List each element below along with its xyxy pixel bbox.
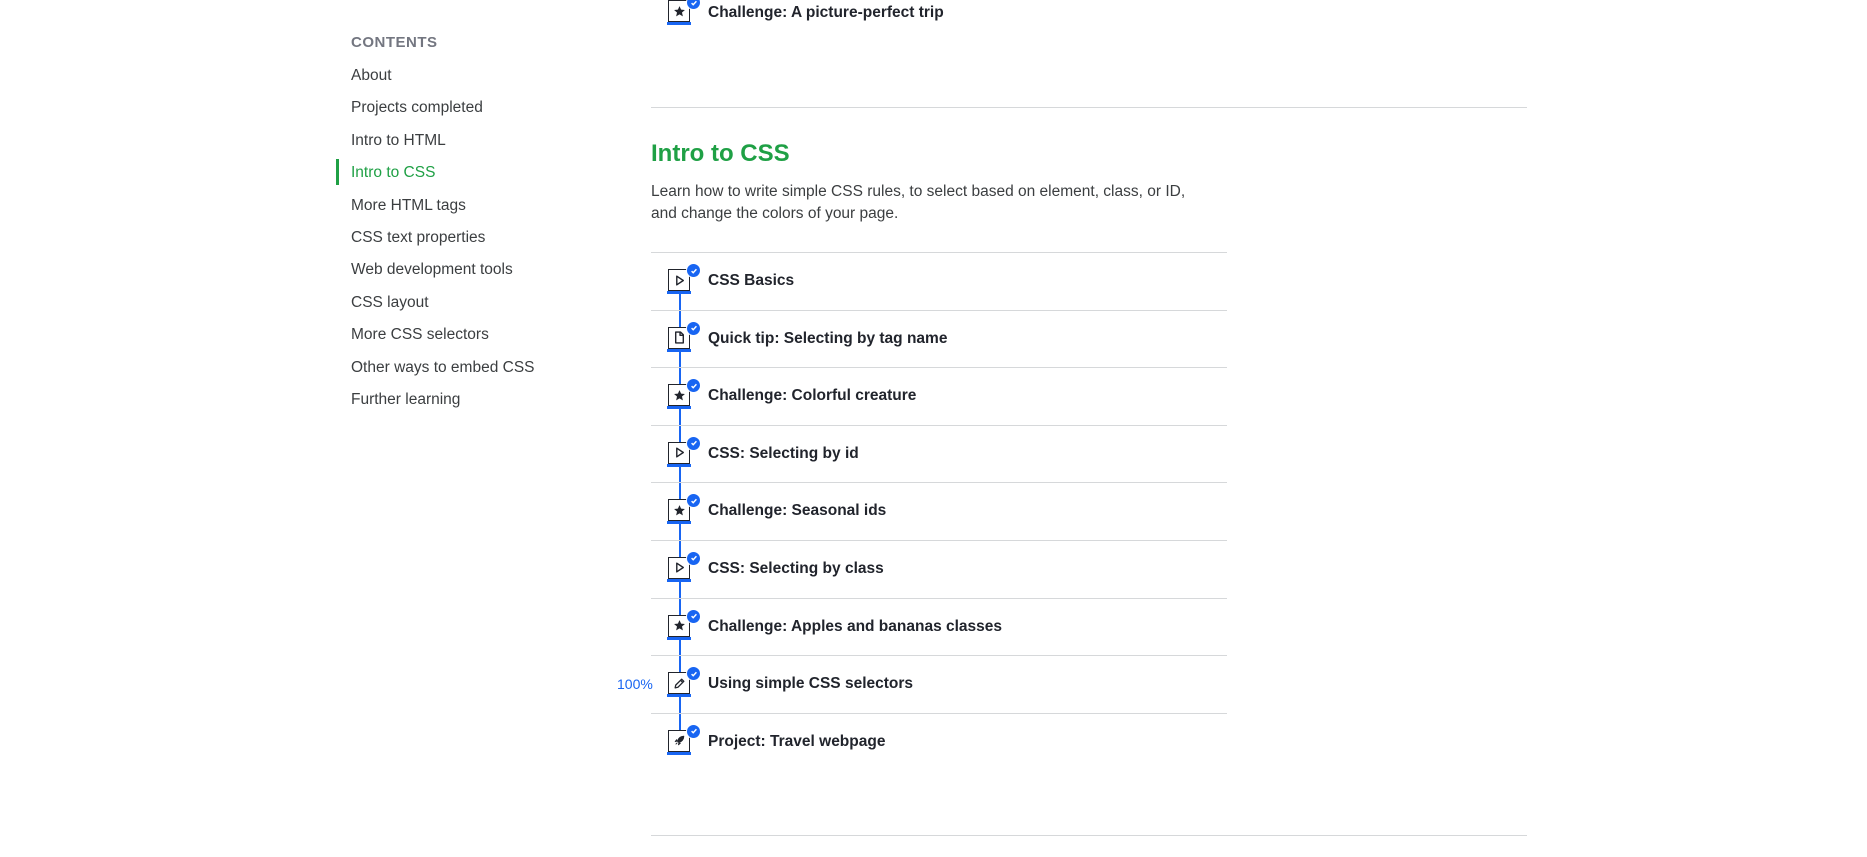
toc-item[interactable]: CSS text properties (336, 226, 535, 258)
lesson-link[interactable]: Challenge: A picture-perfect trip (708, 0, 944, 26)
section-description: Learn how to write simple CSS rules, to … (651, 183, 1186, 222)
toc-item[interactable]: Other ways to embed CSS (336, 356, 535, 388)
progress-connector (679, 291, 681, 311)
lesson-row[interactable]: Challenge: Seasonal ids (651, 482, 1227, 542)
section-divider (651, 835, 1527, 836)
section-title: Intro to CSS (651, 140, 790, 167)
checkmark-icon (686, 493, 701, 509)
checkmark-icon (686, 378, 701, 394)
lesson-row[interactable]: Quick tip: Selecting by tag name (651, 309, 1227, 369)
toc-item[interactable]: About (336, 64, 535, 96)
toc-item[interactable]: Intro to CSS (336, 159, 535, 193)
checkmark-icon (686, 0, 701, 10)
previous-section-last-lesson[interactable]: Challenge: A picture-perfect trip (651, 0, 1227, 28)
progress-percent: 100% (617, 676, 653, 693)
checkmark-icon (686, 435, 701, 451)
lesson-row[interactable]: CSS: Selecting by class (651, 539, 1227, 599)
checkmark-icon (686, 320, 701, 336)
contents-heading: CONTENTS (351, 34, 438, 51)
lesson-row[interactable]: CSS: Selecting by id (651, 424, 1227, 484)
checkmark-icon (686, 263, 701, 278)
toc-item[interactable]: More CSS selectors (336, 323, 535, 355)
lesson-link[interactable]: Project: Travel webpage (708, 714, 885, 770)
lesson-link[interactable]: CSS: Selecting by class (708, 541, 884, 597)
lesson-link[interactable]: Challenge: Seasonal ids (708, 483, 886, 539)
checkmark-icon (686, 666, 701, 682)
toc-list: About Projects completed Intro to HTML Intr… (336, 64, 535, 420)
checkmark-icon (686, 723, 701, 739)
section-divider (651, 107, 1527, 108)
lesson-row[interactable]: Challenge: Colorful creature (651, 367, 1227, 427)
lesson-row[interactable]: 100% Using simple CSS selectors (617, 655, 1227, 715)
lesson-link[interactable]: Challenge: Apples and bananas classes (708, 599, 1002, 655)
lesson-link[interactable]: CSS Basics (708, 253, 794, 309)
toc-item[interactable]: Further learning (336, 388, 535, 420)
lesson-link[interactable]: CSS: Selecting by id (708, 426, 859, 482)
lesson-row[interactable]: Challenge: Apples and bananas classes (651, 597, 1227, 657)
lesson-link[interactable]: Using simple CSS selectors (708, 656, 913, 712)
lesson-list: CSS Basics Quick tip: Selecting by tag na… (617, 252, 1227, 771)
toc-item[interactable]: Intro to HTML (336, 129, 535, 161)
toc-item[interactable]: More HTML tags (336, 194, 535, 226)
lesson-row[interactable]: CSS Basics (651, 252, 1227, 311)
lesson-link[interactable]: Quick tip: Selecting by tag name (708, 311, 947, 367)
lesson-row[interactable]: Project: Travel webpage (651, 712, 1227, 771)
page: CONTENTS About Projects completed Intro to… (0, 0, 1867, 857)
toc-item[interactable]: Projects completed (336, 96, 535, 128)
checkmark-icon (686, 550, 701, 566)
toc-item[interactable]: Web development tools (336, 258, 535, 290)
toc-item[interactable]: CSS layout (336, 291, 535, 323)
checkmark-icon (686, 608, 701, 624)
lesson-link[interactable]: Challenge: Colorful creature (708, 368, 916, 424)
